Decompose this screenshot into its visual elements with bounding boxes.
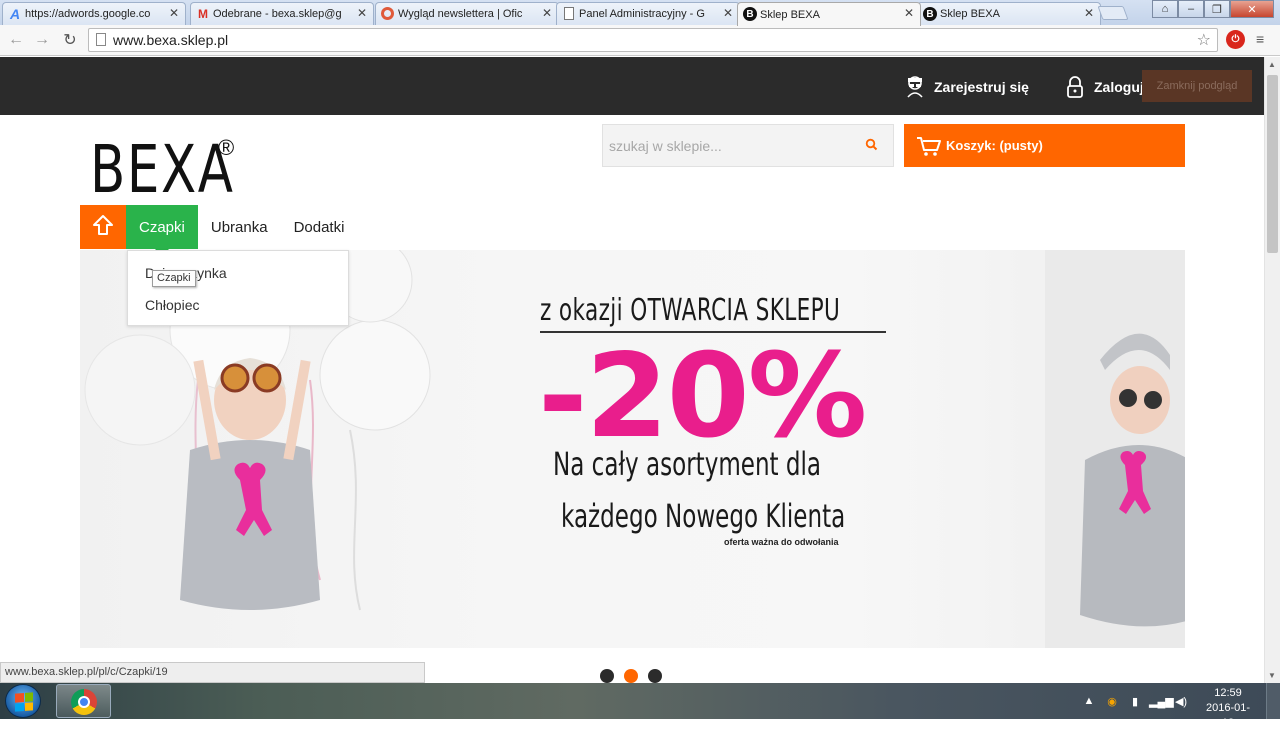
scroll-down-icon[interactable]: ▼ — [1268, 671, 1276, 680]
site-logo[interactable]: BEXA — [90, 135, 235, 205]
document-icon — [564, 7, 574, 20]
dropdown-item-chlopiec[interactable]: Chłopiec — [145, 297, 199, 313]
padlock-icon — [1064, 75, 1086, 99]
main-nav: Czapki Ubranka Dodatki — [80, 205, 358, 256]
close-tab-icon[interactable]: ✕ — [357, 6, 367, 20]
tab-title: Panel Administracyjny - G — [579, 8, 705, 20]
clock-time: 12:59 — [1214, 687, 1242, 699]
battery-icon[interactable]: ▮ — [1126, 695, 1144, 708]
close-tab-icon[interactable]: ✕ — [723, 6, 733, 20]
maximize-button[interactable]: ❐ — [1204, 0, 1230, 18]
browser-menu-icon[interactable]: ≡ — [1256, 32, 1270, 46]
slider-dot-active[interactable] — [624, 669, 638, 683]
close-tab-icon[interactable]: ✕ — [1084, 6, 1094, 20]
chrome-icon — [71, 689, 97, 715]
scroll-up-icon[interactable]: ▲ — [1268, 60, 1276, 69]
windows-logo-icon — [15, 692, 33, 712]
tab-title: Sklep BEXA — [760, 8, 820, 21]
back-arrow-icon[interactable]: ← — [6, 30, 26, 50]
bookmark-star-icon[interactable]: ☆ — [1197, 30, 1211, 52]
home-button[interactable] — [80, 205, 126, 249]
register-label: Zarejestruj się — [934, 79, 1029, 95]
user-icon[interactable]: ⌂ — [1152, 0, 1178, 18]
promo-headline: z okazji OTWARCIA SKLEPU — [540, 293, 841, 328]
browser-tab-adwords[interactable]: A https://adwords.google.co ✕ — [2, 2, 186, 25]
reload-icon[interactable]: ↻ — [60, 30, 80, 50]
minimize-button[interactable]: – — [1178, 0, 1204, 18]
browser-tab-bexa[interactable]: B Sklep BEXA ✕ — [917, 2, 1101, 25]
slider-dots — [600, 669, 672, 683]
taskbar: ▲ ◉ ▮ ▂▄▆ ◀) 12:59 2016-01-13 — [0, 683, 1280, 729]
browser-tab-newsletter[interactable]: Wygląd newslettera | Ofic ✕ — [375, 2, 559, 25]
search-input[interactable] — [603, 125, 843, 166]
clock-date: 2016-01-13 — [1205, 702, 1251, 729]
browser-tab-strip: A https://adwords.google.co ✕ M Odebrane… — [0, 0, 1280, 26]
register-link[interactable]: Zarejestruj się — [904, 75, 1029, 99]
tooltip: Czapki — [152, 270, 196, 287]
taskbar-chrome-button[interactable] — [56, 684, 111, 718]
avast-icon[interactable]: ◉ — [1103, 695, 1121, 708]
taskbar-clock[interactable]: 12:59 2016-01-13 — [1200, 686, 1256, 731]
browser-tab-admin-panel[interactable]: Panel Administracyjny - G ✕ — [556, 2, 740, 25]
cart-label: Koszyk: (pusty) — [946, 138, 1043, 153]
start-button[interactable] — [5, 684, 41, 718]
address-url: www.bexa.sklep.pl — [113, 32, 229, 48]
tab-title: Wygląd newslettera | Ofic — [398, 8, 523, 20]
close-preview-button[interactable]: Zamknij podgląd — [1142, 70, 1252, 102]
network-signal-icon[interactable]: ▂▄▆ — [1149, 695, 1174, 708]
home-arrow-icon — [92, 214, 114, 241]
nav-item-czapki[interactable]: Czapki — [126, 205, 198, 256]
show-hidden-icons-icon[interactable]: ▲ — [1080, 695, 1098, 707]
browser-toolbar: ← → ↻ www.bexa.sklep.pl ☆ ⏻ ≡ — [0, 25, 1280, 56]
cart-icon — [916, 135, 942, 157]
extension-icon[interactable]: ⏻ — [1226, 30, 1245, 49]
search-icon[interactable] — [865, 138, 879, 152]
browser-tab-gmail[interactable]: M Odebrane - bexa.sklep@g ✕ — [190, 2, 374, 25]
promo-line-3: każdego Nowego Klienta — [561, 497, 846, 535]
nav-item-dodatki[interactable]: Dodatki — [281, 205, 358, 249]
scrollbar-thumb[interactable] — [1267, 75, 1278, 253]
show-desktop-button[interactable] — [1266, 683, 1280, 719]
tab-title: Sklep BEXA — [940, 8, 1000, 20]
google-ads-icon: A — [9, 6, 21, 22]
czapki-dropdown: Dziewczynka Chłopiec — [127, 250, 349, 326]
web-page: Zarejestruj się Zaloguj się Zamknij podg… — [0, 57, 1264, 683]
address-bar[interactable]: www.bexa.sklep.pl ☆ — [88, 28, 1218, 52]
close-window-button[interactable]: ✕ — [1230, 0, 1274, 18]
registered-mark: ® — [218, 135, 235, 160]
page-icon — [96, 33, 106, 46]
new-tab-button[interactable] — [1097, 6, 1129, 20]
nav-item-ubranka[interactable]: Ubranka — [198, 205, 281, 249]
browser-tab-bexa-active[interactable]: B Sklep BEXA ✕ — [737, 2, 921, 26]
volume-icon[interactable]: ◀) — [1172, 695, 1190, 708]
search-box — [602, 124, 894, 167]
forward-arrow-icon[interactable]: → — [32, 30, 52, 50]
system-tray: ▲ ◉ ▮ ▂▄▆ ◀) — [1080, 687, 1195, 715]
window-controls: ⌂ – ❐ ✕ — [1152, 0, 1274, 18]
promo-note: oferta ważna do odwołania — [724, 537, 839, 547]
bexa-icon: B — [923, 7, 937, 21]
cart-button[interactable]: Koszyk: (pusty) — [904, 124, 1185, 167]
bexa-icon: B — [743, 7, 757, 21]
slider-dot[interactable] — [648, 669, 662, 683]
close-tab-icon[interactable]: ✕ — [169, 6, 179, 20]
tab-title: https://adwords.google.co — [25, 8, 151, 20]
promo-line-2: Na cały asortyment dla — [553, 445, 822, 483]
slider-dot[interactable] — [600, 669, 614, 683]
user-glasses-icon — [904, 75, 926, 99]
top-bar: Zarejestruj się Zaloguj się Zamknij podg… — [0, 57, 1264, 115]
lifebuoy-icon — [381, 7, 394, 20]
status-bar: www.bexa.sklep.pl/pl/c/Czapki/19 — [0, 662, 425, 683]
close-tab-icon[interactable]: ✕ — [904, 6, 914, 20]
page-scrollbar[interactable]: ▲ ▼ — [1264, 57, 1280, 683]
close-tab-icon[interactable]: ✕ — [542, 6, 552, 20]
tab-title: Odebrane - bexa.sklep@g — [213, 8, 342, 20]
gmail-icon: M — [198, 7, 208, 21]
